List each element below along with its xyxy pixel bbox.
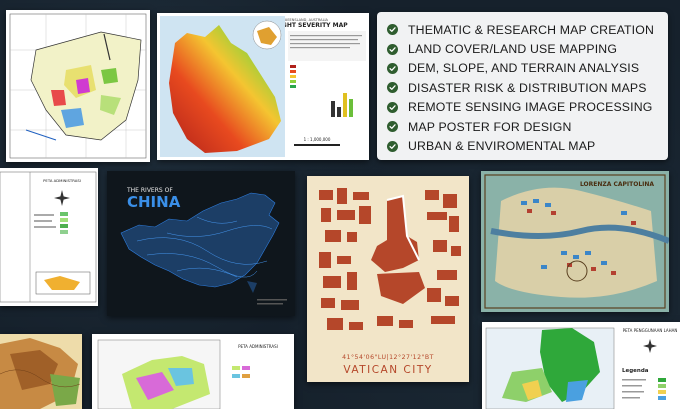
drought-scale: 1 : 1,000,000 — [304, 137, 331, 142]
service-item: REMOTE SENSING IMAGE PROCESSING — [387, 98, 660, 117]
check-circle-icon — [387, 140, 398, 152]
vatican-title: VATICAN CITY — [343, 364, 432, 376]
drought-map-graphic: QUEENSLAND, AUSTRALIA DROUGHT SEVERITY M… — [157, 13, 369, 160]
services-list: THEMATIC & RESEARCH MAP CREATION LAND COV… — [387, 20, 660, 156]
check-circle-icon — [387, 43, 398, 55]
map-card-vatican: 41°54'06"LU|12°27'12"BT VATICAN CITY — [307, 176, 469, 382]
map-card-district — [6, 10, 150, 162]
service-label: DISASTER RISK & DISTRIBUTION MAPS — [408, 80, 647, 95]
service-label: THEMATIC & RESEARCH MAP CREATION — [408, 22, 654, 37]
service-label: MAP POSTER FOR DESIGN — [408, 119, 572, 134]
map-card-terrain — [0, 334, 82, 409]
services-card: THEMATIC & RESEARCH MAP CREATION LAND COV… — [377, 12, 668, 160]
town-map-title: LORENZA CAPITOLINA — [580, 181, 654, 188]
district-map-graphic — [9, 13, 147, 159]
map-card-town: LORENZA CAPITOLINA — [481, 171, 669, 312]
service-item: MAP POSTER FOR DESIGN — [387, 117, 660, 136]
rivers-title-line2: CHINA — [127, 193, 181, 211]
town-map-graphic: LORENZA CAPITOLINA — [481, 171, 669, 312]
service-item: DEM, SLOPE, AND TERRAIN ANALYSIS — [387, 59, 660, 78]
check-circle-icon — [387, 82, 398, 94]
vatican-map-graphic: 41°54'06"LU|12°27'12"BT VATICAN CITY — [307, 176, 469, 382]
admin-bottom-graphic: PETA ADMINISTRASI — [92, 334, 294, 409]
map-card-rivers-china: THE RIVERS OF CHINA — [107, 171, 295, 316]
service-label: DEM, SLOPE, AND TERRAIN ANALYSIS — [408, 61, 640, 76]
map-card-admin-bottom: PETA ADMINISTRASI — [92, 334, 294, 409]
service-label: LAND COVER/LAND USE MAPPING — [408, 42, 618, 57]
admin-left-graphic: PETA ADMINISTRASI — [0, 171, 97, 303]
check-circle-icon — [387, 24, 398, 36]
vatican-coords: 41°54'06"LU|12°27'12"BT — [342, 353, 434, 361]
check-circle-icon — [387, 101, 398, 113]
terrain-map-graphic — [0, 334, 82, 409]
landuse-title: PETA PENGGUNAAN LAHAN — [623, 328, 678, 333]
map-card-drought: QUEENSLAND, AUSTRALIA DROUGHT SEVERITY M… — [157, 13, 369, 160]
admin-left-title: PETA ADMINISTRASI — [43, 178, 81, 183]
service-label: URBAN & ENVIROMENTAL MAP — [408, 139, 596, 154]
landuse-map-graphic: PETA PENGGUNAAN LAHAN Legenda — [482, 322, 680, 409]
service-item: LAND COVER/LAND USE MAPPING — [387, 39, 660, 58]
service-item: URBAN & ENVIROMENTAL MAP — [387, 136, 660, 155]
check-circle-icon — [387, 121, 398, 133]
rivers-china-graphic: THE RIVERS OF CHINA — [107, 171, 295, 316]
service-label: REMOTE SENSING IMAGE PROCESSING — [408, 100, 653, 115]
map-card-landuse: PETA PENGGUNAAN LAHAN Legenda — [482, 322, 680, 409]
admin-bottom-title: PETA ADMINISTRASI — [238, 344, 278, 349]
map-card-admin-left: PETA ADMINISTRASI — [0, 168, 98, 306]
service-item: DISASTER RISK & DISTRIBUTION MAPS — [387, 78, 660, 97]
service-item: THEMATIC & RESEARCH MAP CREATION — [387, 20, 660, 39]
landuse-legend-title: Legenda — [622, 368, 649, 374]
check-circle-icon — [387, 62, 398, 74]
